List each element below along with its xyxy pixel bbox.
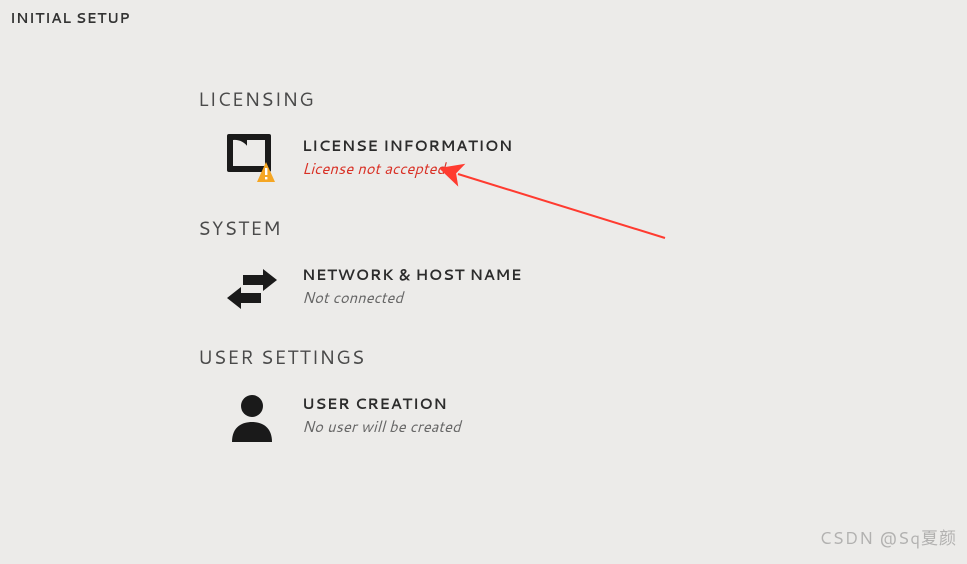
spoke-user-text: USER CREATION No user will be created	[282, 389, 461, 437]
section-system: SYSTEM NETWORK & HOST NAME Not connected	[198, 215, 967, 316]
spoke-network-text: NETWORK & HOST NAME Not connected	[282, 260, 522, 308]
license-document-warning-icon	[222, 131, 282, 187]
spoke-user-creation[interactable]: USER CREATION No user will be created	[198, 389, 967, 445]
main-content: LICENSING LICENSE INFORMATION License no	[0, 36, 967, 445]
spoke-network-status: Not connected	[302, 287, 522, 308]
spoke-license-title: LICENSE INFORMATION	[302, 135, 513, 156]
section-heading-system: SYSTEM	[198, 215, 967, 242]
section-user-settings: USER SETTINGS USER CREATION No user will…	[198, 344, 967, 445]
watermark-text: CSDN @Sq夏颜	[819, 524, 957, 550]
spoke-license-text: LICENSE INFORMATION License not accepted	[282, 131, 513, 179]
spoke-license-information[interactable]: LICENSE INFORMATION License not accepted	[198, 131, 967, 187]
network-arrows-icon	[222, 260, 282, 316]
spoke-license-status: License not accepted	[302, 158, 513, 179]
page-title: INITIAL SETUP	[10, 8, 957, 28]
user-person-icon	[222, 389, 282, 445]
section-heading-user-settings: USER SETTINGS	[198, 344, 967, 371]
section-licensing: LICENSING LICENSE INFORMATION License no	[198, 86, 967, 187]
spoke-network-hostname[interactable]: NETWORK & HOST NAME Not connected	[198, 260, 967, 316]
header-bar: INITIAL SETUP	[0, 0, 967, 36]
spoke-network-title: NETWORK & HOST NAME	[302, 264, 522, 285]
section-heading-licensing: LICENSING	[198, 86, 967, 113]
spoke-user-title: USER CREATION	[302, 393, 461, 414]
spoke-user-status: No user will be created	[302, 416, 461, 437]
